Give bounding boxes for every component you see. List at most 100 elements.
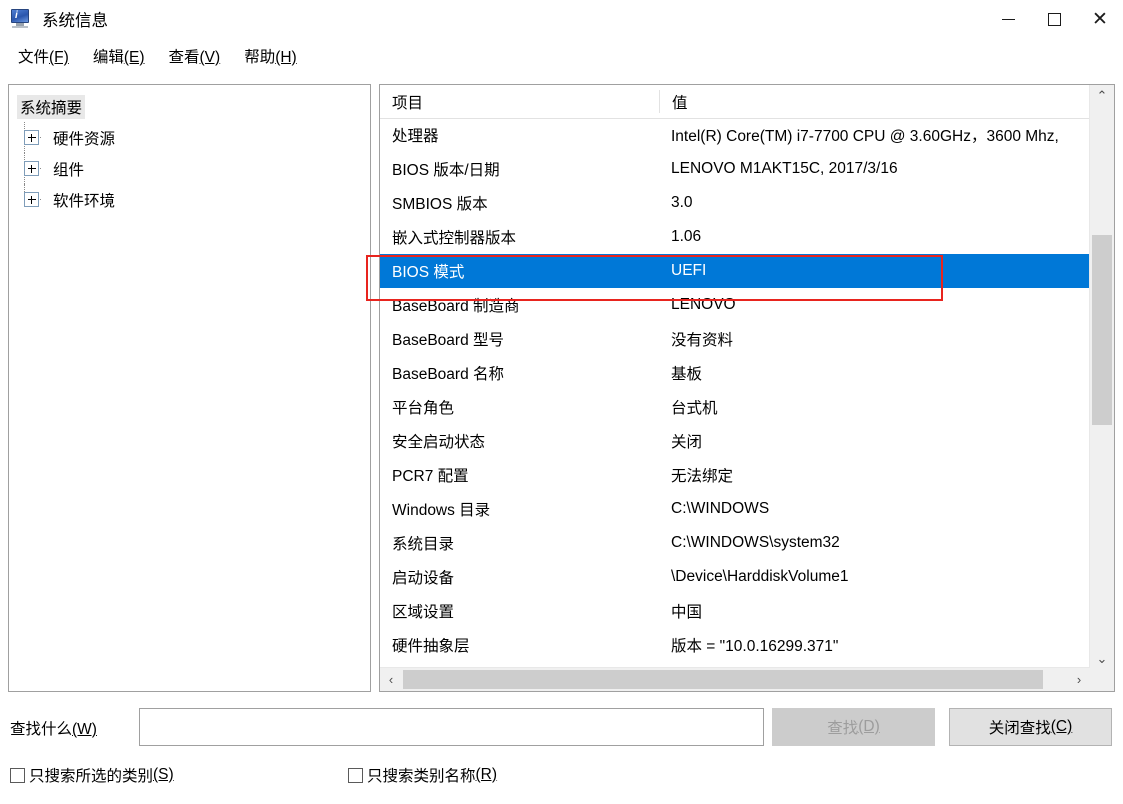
row-value: 版本 = "10.0.16299.371" [671,638,839,655]
vertical-scrollbar[interactable]: ⌃ ⌄ [1089,85,1114,670]
row-item: BIOS 模式 [392,264,465,281]
row-value: LENOVO M1AKT15C, 2017/3/16 [671,160,898,177]
row-item: 系统目录 [392,536,455,553]
menu-item-help[interactable]: 帮助(H) [234,43,307,69]
row-item: 处理器 [392,128,439,145]
table-row-selected[interactable]: BIOS 模式 UEFI [380,254,1090,288]
horizontal-scrollbar-thumb[interactable] [403,670,1043,689]
row-value: \Device\HarddiskVolume1 [671,568,849,585]
row-value: LENOVO [671,296,736,313]
tree-item-components-label: 组件 [53,161,85,179]
window-title: 系统信息 [42,12,108,30]
tree-item-hardware-resources-label: 硬件资源 [53,130,116,148]
table-row[interactable]: 安全启动状态 关闭 [380,424,1090,458]
table-row[interactable]: Windows 目录 C:\WINDOWS [380,492,1090,526]
table-row[interactable]: 区域设置 中国 [380,594,1090,628]
row-value: 3.0 [671,194,693,211]
row-item: Windows 目录 [392,502,491,519]
table-row[interactable]: PCR7 配置 无法绑定 [380,458,1090,492]
close-find-button[interactable]: 关闭查找 (C) [949,708,1112,746]
table-row[interactable]: 硬件抽象层 版本 = "10.0.16299.371" [380,628,1090,662]
row-item: SMBIOS 版本 [392,196,488,213]
close-find-button-accel: (C) [1050,718,1073,735]
row-value: 1.06 [671,228,702,245]
table-row[interactable]: 处理器 Intel(R) Core(TM) i7-7700 CPU @ 3.60… [380,118,1090,152]
title-bar: i 系统信息 ✕ [0,0,1123,38]
checkbox-search-category-names-accel: (R) [475,766,498,783]
checkbox-search-selected-category[interactable]: 只搜索所选的类别 (S) [10,764,174,786]
search-input[interactable] [139,708,764,746]
checkbox-icon[interactable] [10,767,25,783]
maximize-button[interactable] [1031,3,1077,35]
menu-file-text: 文件 [18,49,50,66]
tree-item-software-environment-label: 软件环境 [53,192,116,210]
horizontal-scrollbar[interactable]: ‹ › [380,667,1090,691]
scroll-down-icon[interactable]: ⌄ [1090,648,1114,670]
menu-view-accel: (V) [199,49,221,66]
menu-item-view[interactable]: 查看(V) [159,43,231,69]
close-button[interactable]: ✕ [1077,3,1123,35]
column-header-value[interactable]: 值 [659,90,1114,113]
close-icon: ✕ [1092,8,1108,30]
row-value: 基板 [671,366,703,383]
find-button-text: 查找 [827,720,859,737]
table-row[interactable]: BaseBoard 型号 没有资料 [380,322,1090,356]
row-item: 硬件抽象层 [392,638,470,655]
table-row[interactable]: 启动设备 \Device\HarddiskVolume1 [380,560,1090,594]
row-value: 中国 [671,604,703,621]
row-value: 没有资料 [671,332,734,349]
window-controls: ✕ [985,0,1123,38]
checkbox-search-selected-category-label: 只搜索所选的类别 [29,768,154,785]
table-row[interactable]: 系统目录 C:\WINDOWS\system32 [380,526,1090,560]
tree-item-components[interactable]: 组件 [9,153,370,184]
menu-help-accel: (H) [275,49,297,66]
menu-edit-accel: (E) [123,49,145,66]
checkbox-search-selected-category-accel: (S) [153,766,174,783]
row-value: C:\WINDOWS\system32 [671,534,840,551]
scroll-left-icon[interactable]: ‹ [380,668,402,691]
scrollbar-corner [1090,668,1114,691]
close-find-button-text: 关闭查找 [988,720,1051,737]
find-button-accel: (D) [858,718,880,735]
table-row[interactable]: 平台角色 台式机 [380,390,1090,424]
find-button[interactable]: 查找 (D) [772,708,935,746]
row-item: 启动设备 [392,570,455,587]
vertical-scrollbar-thumb[interactable] [1092,235,1112,425]
system-information-window: i 系统信息 ✕ 文件(F) 编辑(E) 查看(V) 帮助(H) 系统摘要 硬件… [0,0,1123,804]
row-value: C:\WINDOWS [671,500,770,517]
table-row[interactable]: BaseBoard 名称 基板 [380,356,1090,390]
row-item: 安全启动状态 [392,434,486,451]
minimize-button[interactable] [985,3,1031,35]
tree-item-system-summary-label: 系统摘要 [17,94,86,119]
menu-item-edit[interactable]: 编辑(E) [83,43,155,69]
expand-icon[interactable] [24,130,39,145]
column-header-item[interactable]: 项目 [380,91,659,113]
scroll-right-icon[interactable]: › [1068,668,1090,691]
computer-monitor-icon: i [10,9,32,29]
find-label: 查找什么(W) [10,717,97,739]
row-value: UEFI [671,262,707,279]
tree-item-hardware-resources[interactable]: 硬件资源 [9,122,370,153]
expand-icon[interactable] [24,192,39,207]
table-row[interactable]: 嵌入式控制器版本 1.06 [380,220,1090,254]
menu-help-text: 帮助 [244,49,276,66]
category-tree-pane[interactable]: 系统摘要 硬件资源 组件 软件环境 [8,84,371,692]
expand-icon[interactable] [24,161,39,176]
find-label-accel: (W) [72,721,97,738]
checkbox-icon[interactable] [348,767,363,783]
details-list-pane[interactable]: 项目 值 处理器 Intel(R) Core(TM) i7-7700 CPU @… [379,84,1115,692]
scroll-up-icon[interactable]: ⌃ [1090,85,1114,107]
row-item: PCR7 配置 [392,468,469,485]
row-value: 台式机 [671,400,718,417]
table-row[interactable]: SMBIOS 版本 3.0 [380,186,1090,220]
tree-item-software-environment[interactable]: 软件环境 [9,184,370,215]
row-item: 区域设置 [392,604,455,621]
checkbox-search-category-names[interactable]: 只搜索类别名称 (R) [348,764,497,786]
table-row[interactable]: BaseBoard 制造商 LENOVO [380,288,1090,322]
row-item: BIOS 版本/日期 [392,162,500,179]
tree-item-system-summary[interactable]: 系统摘要 [9,91,370,122]
category-tree: 系统摘要 硬件资源 组件 软件环境 [9,85,370,215]
menu-item-file[interactable]: 文件(F) [8,43,79,69]
row-item: BaseBoard 型号 [392,332,504,349]
table-row[interactable]: BIOS 版本/日期 LENOVO M1AKT15C, 2017/3/16 [380,152,1090,186]
